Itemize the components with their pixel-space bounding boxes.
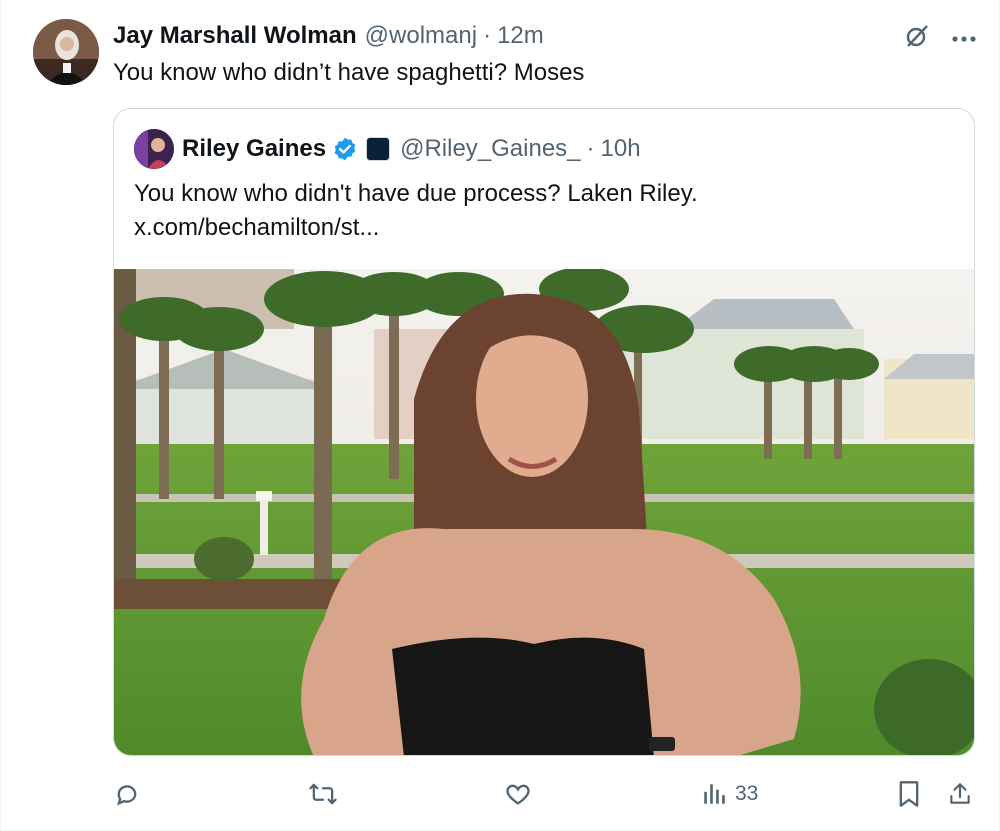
affiliation-badge-icon[interactable] (366, 137, 391, 161)
quoted-text-line: You know who didn't have due process? La… (134, 180, 698, 207)
more-options-icon[interactable] (951, 30, 977, 48)
author-handle[interactable]: @wolmanj (365, 22, 477, 50)
share-button[interactable] (947, 770, 973, 818)
quoted-author-avatar[interactable] (134, 129, 174, 169)
bookmark-button[interactable] (897, 770, 921, 818)
views-icon (704, 784, 725, 804)
retweet-icon (309, 783, 337, 805)
quoted-tweet-header: Riley Gaines @Riley_Gaines_ · 10h (134, 129, 641, 169)
tweet-header: Jay Marshall Wolman @wolmanj · 12m (113, 19, 939, 53)
action-bar: 33 (1, 770, 1000, 818)
author-name[interactable]: Jay Marshall Wolman (113, 22, 357, 50)
like-icon (506, 784, 530, 805)
share-icon (950, 783, 970, 804)
quoted-author-handle[interactable]: @Riley_Gaines_ (400, 135, 580, 163)
quoted-tweet-text: You know who didn't have due process? La… (134, 177, 698, 245)
grok-icon[interactable] (903, 22, 931, 55)
tweet-text: You know who didn’t have spaghetti? Mose… (113, 59, 585, 86)
quoted-tweet-time[interactable]: 10h (601, 135, 641, 163)
quoted-tweet[interactable]: Riley Gaines @Riley_Gaines_ · 10h You kn… (113, 108, 975, 756)
like-button[interactable] (503, 770, 533, 818)
separator-dot: · (586, 135, 595, 162)
tweet-time[interactable]: 12m (497, 22, 544, 50)
author-avatar[interactable] (33, 19, 99, 85)
views-count: 33 (735, 782, 759, 805)
reply-button[interactable] (113, 770, 141, 818)
quoted-link[interactable]: x.com/bechamilton/st... (134, 211, 698, 245)
quoted-photo[interactable] (114, 267, 974, 755)
views-button[interactable]: 33 (701, 770, 758, 818)
tweet-top-icons (903, 22, 977, 55)
retweet-button[interactable] (307, 770, 339, 818)
bookmark-icon (899, 781, 919, 807)
verified-badge-icon (332, 136, 358, 162)
separator-dot: · (483, 22, 492, 49)
quoted-author-name[interactable]: Riley Gaines (182, 135, 326, 163)
tweet-card[interactable]: Jay Marshall Wolman @wolmanj · 12m You k… (0, 0, 1000, 831)
reply-icon (116, 785, 137, 806)
